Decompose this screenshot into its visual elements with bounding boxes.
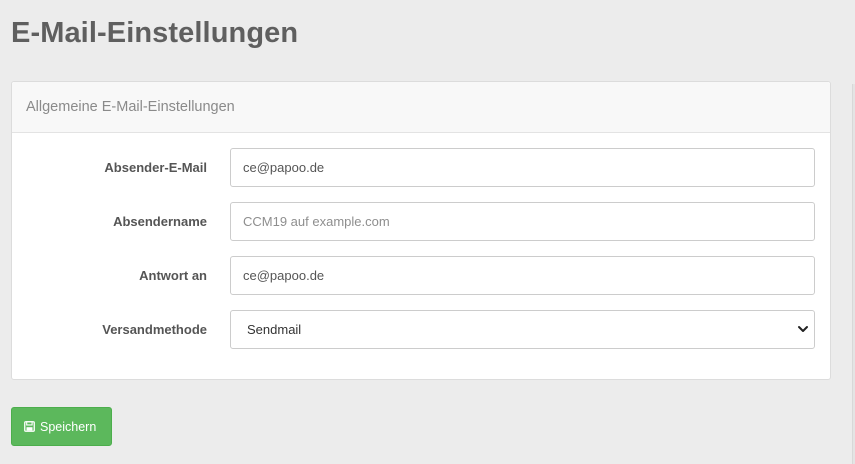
save-button[interactable]: Speichern — [11, 407, 112, 446]
send-method-label: Versandmethode — [102, 322, 207, 337]
panel-heading: Allgemeine E-Mail-Einstellungen — [12, 82, 830, 133]
page-title: E-Mail-Einstellungen — [11, 17, 299, 49]
send-method-selected-value: Sendmail — [230, 310, 815, 349]
sender-email-label: Absender-E-Mail — [104, 160, 207, 175]
sender-email-input[interactable] — [230, 148, 815, 187]
reply-to-input[interactable] — [230, 256, 815, 295]
form-row-sender-name: Absendername — [12, 202, 830, 241]
send-method-select[interactable]: Sendmail — [230, 310, 815, 349]
reply-to-label: Antwort an — [139, 268, 207, 283]
form-row-send-method: Versandmethode Sendmail — [12, 310, 830, 349]
chevron-down-icon — [798, 326, 808, 332]
sender-name-label: Absendername — [113, 214, 207, 229]
save-button-label: Speichern — [40, 419, 97, 434]
form-row-sender-email: Absender-E-Mail — [12, 148, 830, 187]
email-settings-panel: Allgemeine E-Mail-Einstellungen Absender… — [11, 81, 831, 380]
form-row-reply-to: Antwort an — [12, 256, 830, 295]
sender-name-input[interactable] — [230, 202, 815, 241]
floppy-disk-icon — [24, 421, 35, 432]
